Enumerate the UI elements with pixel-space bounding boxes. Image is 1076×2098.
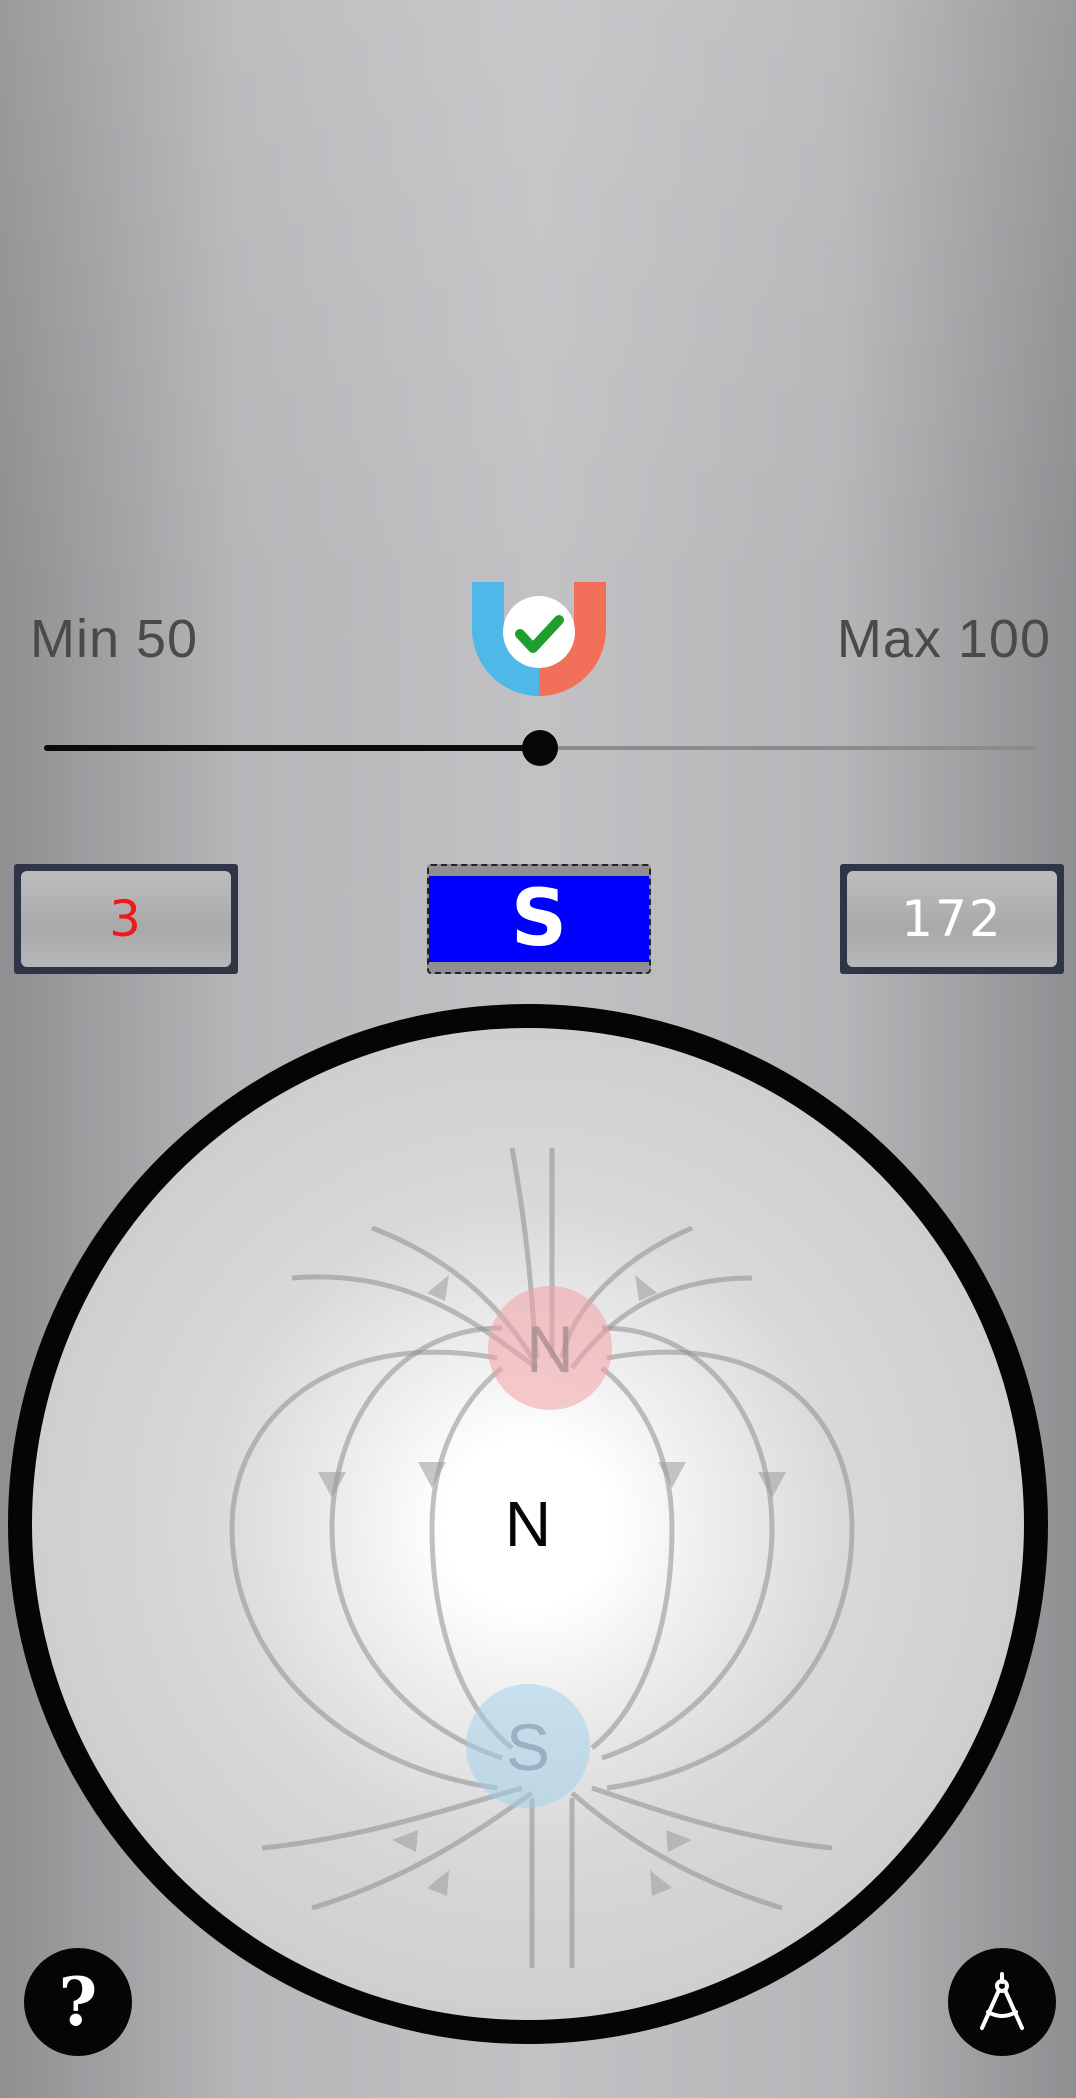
heading-pole-label: N bbox=[504, 1488, 552, 1560]
field-strength-readout: 3 bbox=[14, 864, 238, 974]
min-threshold-label: Min 50 bbox=[30, 609, 199, 669]
magnetometer-dial: N S N bbox=[8, 1004, 1048, 2044]
max-threshold-label: Max 100 bbox=[836, 609, 1051, 669]
north-pole-label: N bbox=[526, 1312, 574, 1386]
total-readout: 172 bbox=[840, 864, 1064, 974]
question-mark-icon: ? bbox=[58, 1963, 98, 2041]
background bbox=[0, 0, 1076, 600]
pole-indicator: S bbox=[427, 864, 651, 974]
field-strength-value: 3 bbox=[21, 871, 231, 967]
slider-fill bbox=[44, 745, 540, 751]
total-value: 172 bbox=[847, 871, 1057, 967]
dial-face: N S N bbox=[32, 1028, 1024, 2020]
pole-indicator-label: S bbox=[429, 874, 649, 964]
threshold-slider[interactable] bbox=[44, 728, 1036, 768]
slider-thumb[interactable] bbox=[522, 730, 558, 766]
south-pole-label: S bbox=[506, 1710, 550, 1784]
magnet-check-icon bbox=[472, 582, 606, 696]
drawing-compass-icon bbox=[980, 1972, 1024, 2030]
compass-button[interactable] bbox=[948, 1948, 1056, 2056]
help-button[interactable]: ? bbox=[24, 1948, 132, 2056]
